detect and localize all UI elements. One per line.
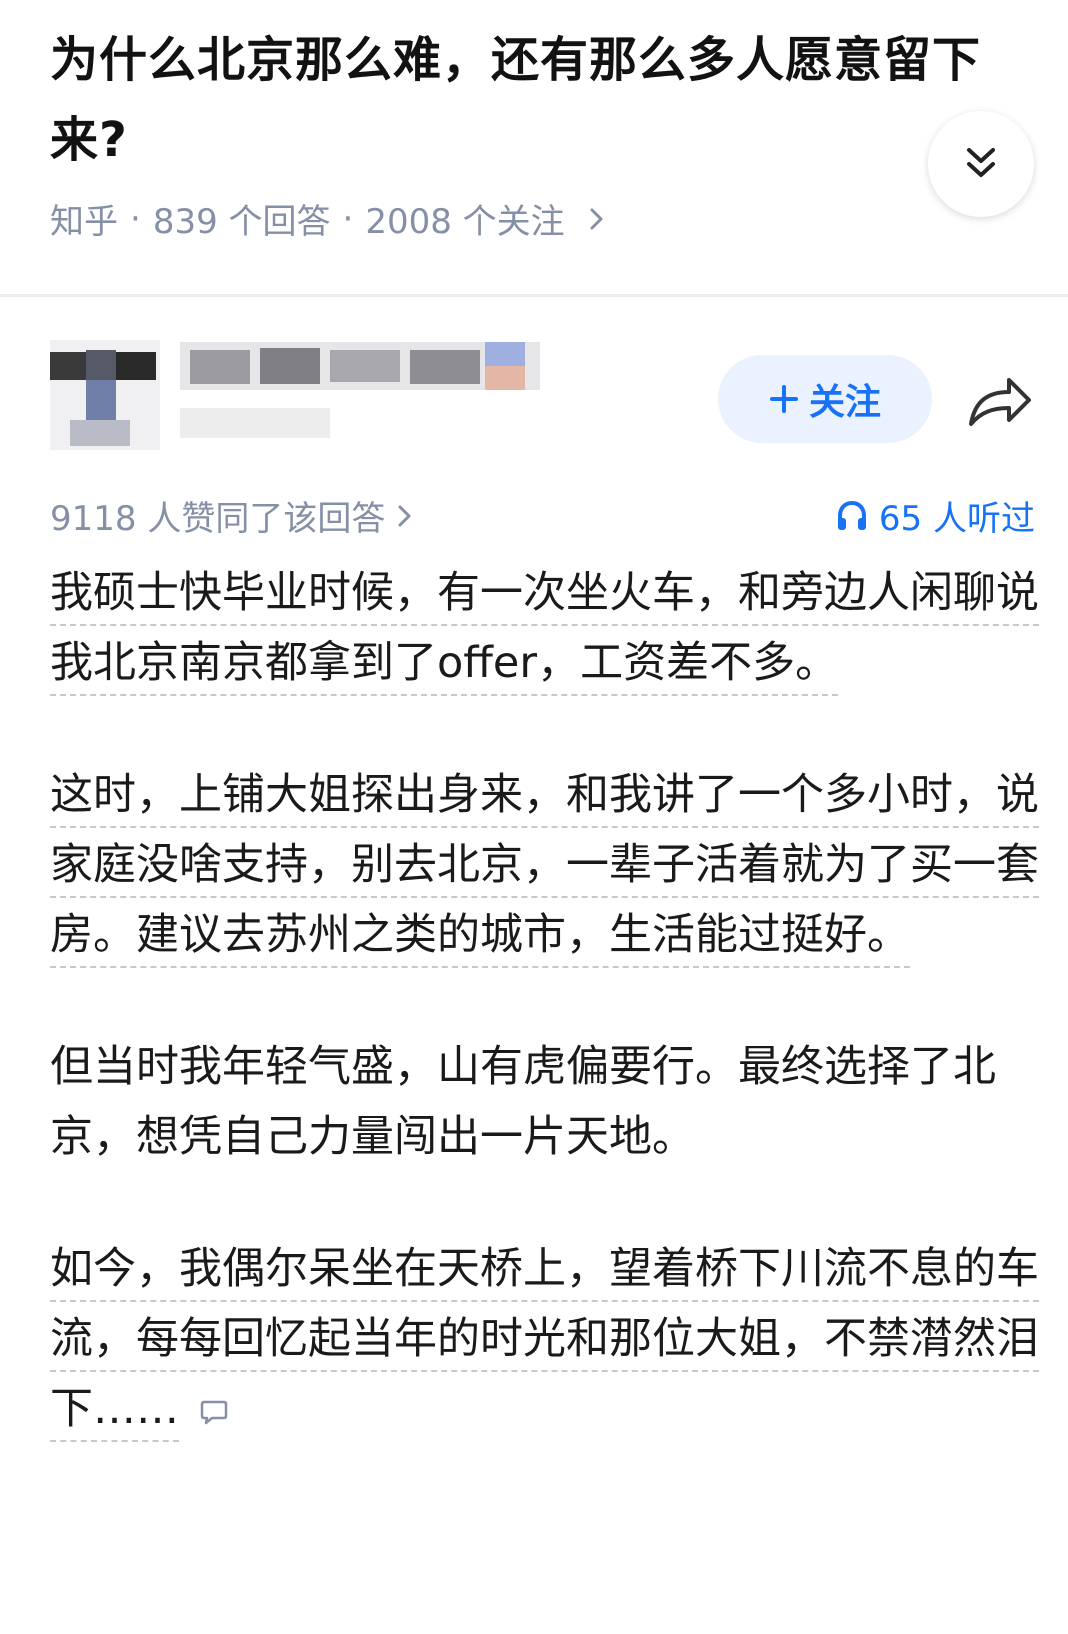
headphones-icon <box>837 500 866 530</box>
answer-count: 839 个回答 <box>152 202 331 242</box>
comment-icon[interactable] <box>199 1397 229 1427</box>
author-name[interactable] <box>180 342 560 452</box>
separator: · <box>130 198 141 239</box>
separator: · <box>342 198 354 239</box>
avatar[interactable] <box>50 340 160 450</box>
follow-button[interactable]: 关注 <box>718 355 932 443</box>
source-label: 知乎 <box>50 202 118 242</box>
question-meta[interactable]: 知乎 · 839 个回答 · 2008 个关注 <box>50 194 607 243</box>
plus-icon <box>769 385 798 413</box>
listener-count: 65 人听过 <box>878 499 1035 539</box>
collapse-icon <box>967 148 995 177</box>
follow-label: 关注 <box>808 382 881 423</box>
collapse-button[interactable] <box>928 111 1034 217</box>
follower-count: 2008 个关注 <box>365 202 565 242</box>
likes-info[interactable]: 9118 人赞同了该回答 <box>50 491 415 540</box>
share-icon[interactable] <box>965 370 1035 430</box>
answer-content: 我硕士快毕业时候，有一次坐火车，和旁边人闲聊说我北京南京都拿到了offer，工资… <box>50 558 1040 1506</box>
question-title[interactable]: 为什么北京那么难，还有那么多人愿意留下来? <box>50 20 1030 180</box>
question-header: 为什么北京那么难，还有那么多人愿意留下来? 知乎 · 839 个回答 · 200… <box>0 0 1068 297</box>
divider <box>0 294 1068 297</box>
paragraph-text: 但当时我年轻气盛，山有虎偏要行。最终选择了北京，想凭自己力量闯出一片天地。 <box>50 1042 996 1162</box>
answer-stats: 9118 人赞同了该回答 65 人听过 <box>50 485 1035 541</box>
chevron-right-icon <box>590 208 603 229</box>
paragraph: 如今，我偶尔呆坐在天桥上，望着桥下川流不息的车流，每每回忆起当年的时光和那位大姐… <box>50 1234 1040 1444</box>
paragraph-text: 这时，上铺大姐探出身来，和我讲了一个多小时，说家庭没啥支持，别去北京，一辈子活着… <box>50 770 1039 968</box>
paragraph: 但当时我年轻气盛，山有虎偏要行。最终选择了北京，想凭自己力量闯出一片天地。 <box>50 1032 1040 1172</box>
chevron-right-icon <box>398 505 411 526</box>
paragraph: 我硕士快毕业时候，有一次坐火车，和旁边人闲聊说我北京南京都拿到了offer，工资… <box>50 558 1040 698</box>
paragraph-text: 我硕士快毕业时候，有一次坐火车，和旁边人闲聊说我北京南京都拿到了offer，工资… <box>50 568 1039 696</box>
paragraph: 这时，上铺大姐探出身来，和我讲了一个多小时，说家庭没啥支持，别去北京，一辈子活着… <box>50 760 1040 970</box>
like-count: 9118 人赞同了该回答 <box>50 499 386 539</box>
listen-info[interactable]: 65 人听过 <box>835 491 1035 540</box>
author-row: 关注 <box>0 330 1068 460</box>
